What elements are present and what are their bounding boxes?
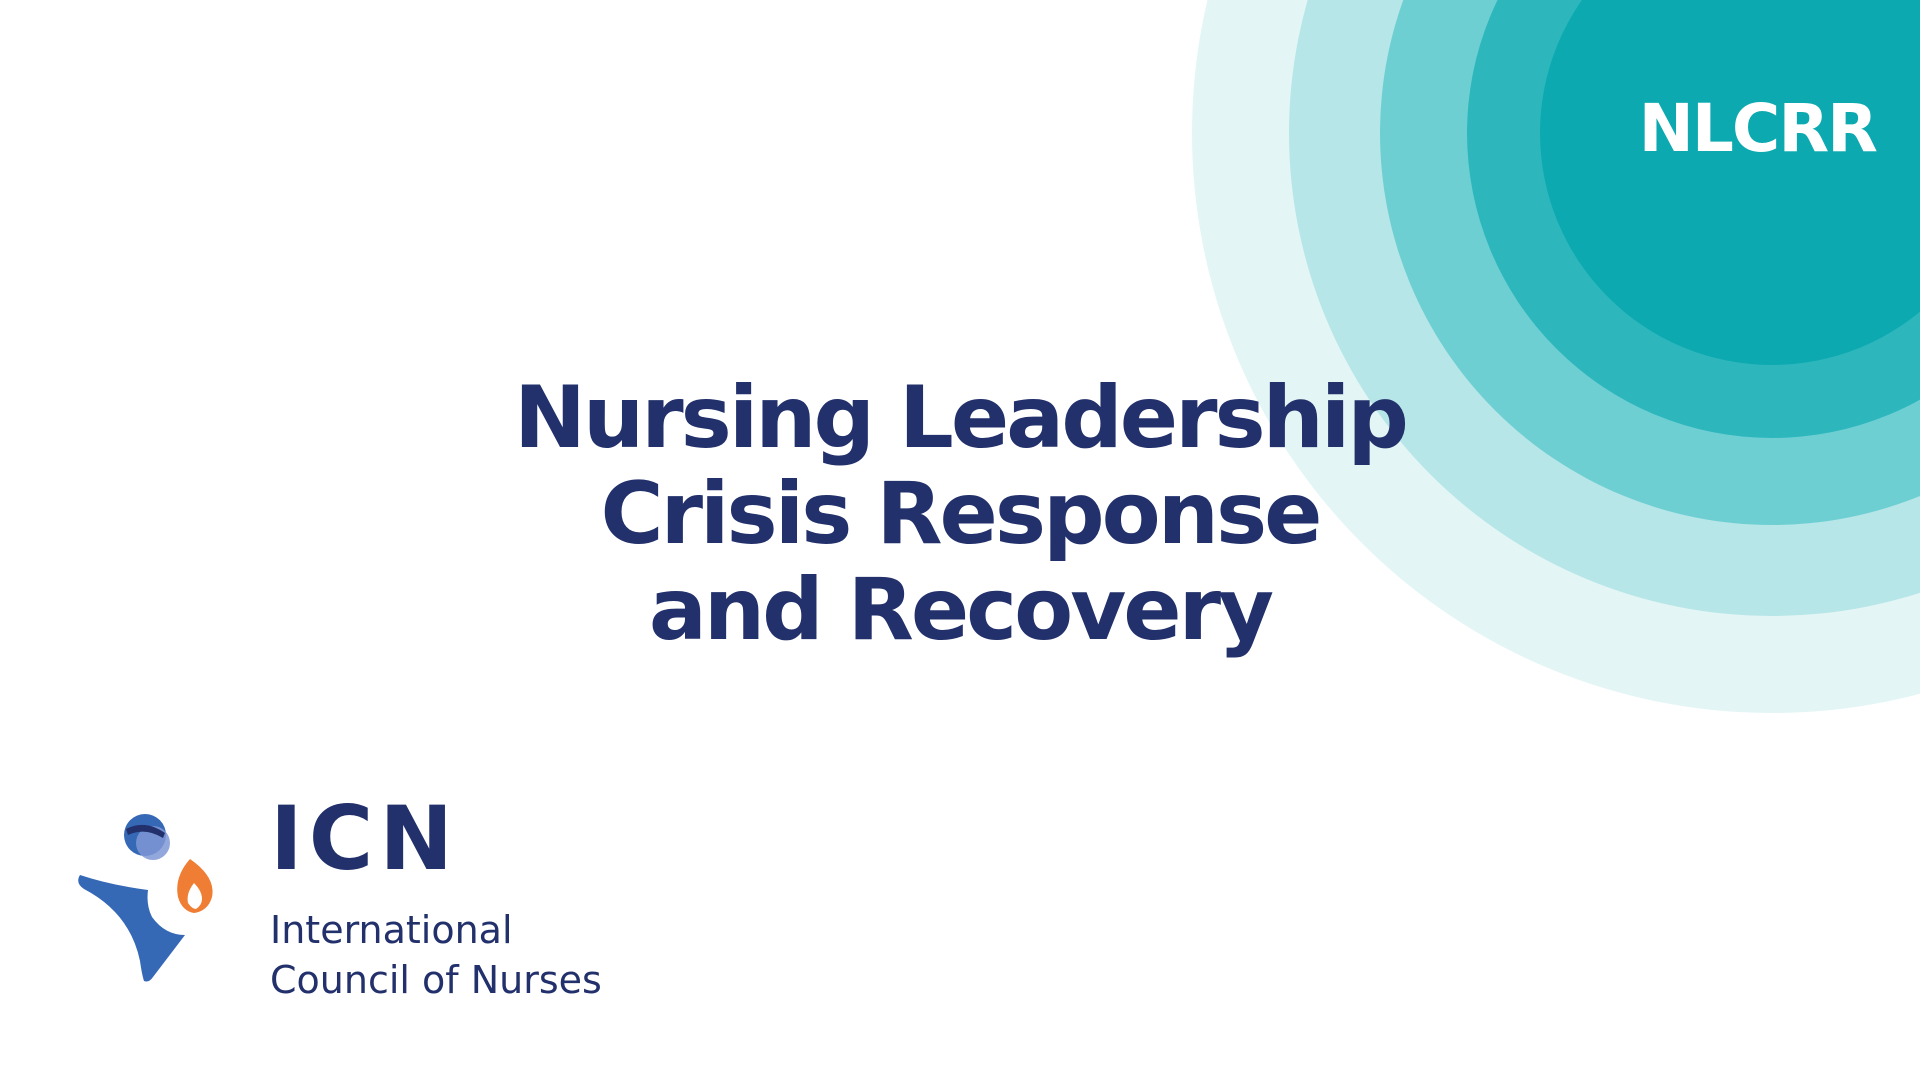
brand-name-line-1: International <box>270 908 513 952</box>
icn-brand: ICN International Council of Nurses <box>270 795 770 1005</box>
title-slide: NLCRR Nursing Leadership Crisis Response… <box>0 0 1920 1080</box>
icn-logo-icon <box>78 814 213 982</box>
page-title: Nursing Leadership Crisis Response and R… <box>360 370 1560 658</box>
brand-name-line-2: Council of Nurses <box>270 958 602 1002</box>
brand-full-name: International Council of Nurses <box>270 905 770 1005</box>
brand-acronym: ICN <box>270 787 459 890</box>
title-line-3: and Recovery <box>648 560 1274 660</box>
title-line-1: Nursing Leadership <box>514 368 1409 468</box>
title-line-2: Crisis Response <box>600 464 1323 564</box>
nlcrr-badge: NLCRR <box>1638 90 1878 167</box>
